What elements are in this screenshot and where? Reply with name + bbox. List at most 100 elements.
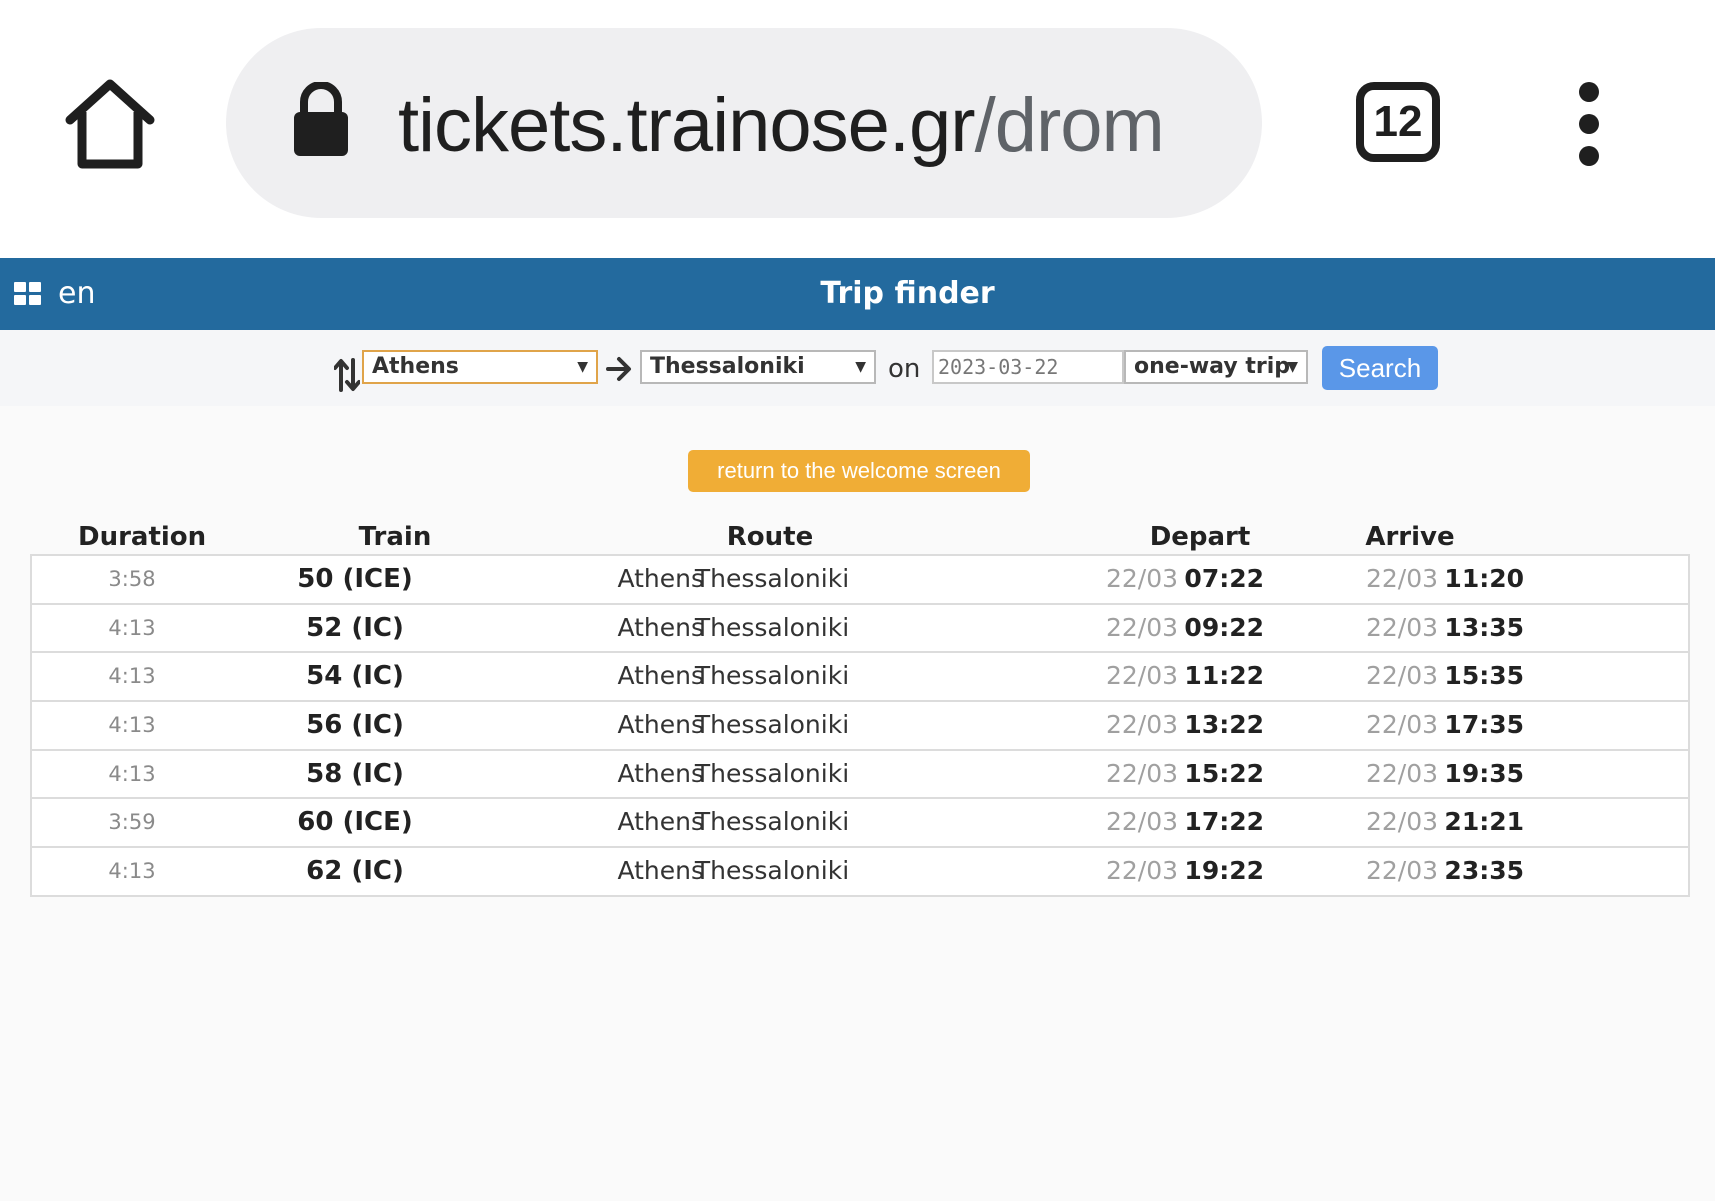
tab-switcher-button[interactable]: 12 (1356, 82, 1440, 162)
url-text[interactable]: tickets.trainose.gr/drom (398, 78, 1165, 174)
url-host: tickets.trainose.gr (398, 83, 976, 168)
arrow-right-icon (606, 357, 631, 381)
column-header-arrive: Arrive (1365, 522, 1455, 552)
arrive-time-cell: 19:35 (1444, 758, 1524, 788)
table-row[interactable]: 4:13 58 (IC) Athens Thessaloniki 22/03 15:22 2… (32, 751, 1688, 800)
arrive-time-cell: 15:35 (1444, 661, 1524, 691)
depart-time-cell: 11:22 (1184, 661, 1264, 691)
table-row[interactable]: 4:13 54 (IC) Athens Thessaloniki 22/03 11:22 2… (32, 653, 1688, 703)
swap-icon[interactable] (334, 358, 360, 392)
depart-time-cell: 13:22 (1184, 710, 1264, 740)
table-row[interactable]: 4:13 56 (IC) Athens Thessaloniki 22/03 13:22 2… (32, 702, 1688, 751)
arrive-time-cell: 13:35 (1444, 612, 1524, 642)
route-destination-cell: Thessaloniki (694, 710, 850, 740)
depart-time-cell: 19:22 (1184, 856, 1264, 886)
depart-date-cell: 22/03 (1105, 612, 1178, 642)
browser-toolbar: tickets.trainose.gr/drom 12 (0, 0, 1715, 258)
depart-date-cell: 22/03 (1105, 661, 1178, 691)
more-vert-icon (1579, 82, 1599, 102)
more-vert-icon-dot (1579, 146, 1599, 166)
route-origin-cell: Athens (617, 758, 704, 788)
duration-cell: 3:58 (108, 567, 156, 591)
app-header: en Trip finder (0, 258, 1715, 330)
depart-date-cell: 22/03 (1105, 564, 1178, 593)
origin-select[interactable]: Athens ▼ (362, 350, 598, 384)
destination-select[interactable]: Thessaloniki ▼ (640, 350, 876, 384)
train-cell: 56 (IC) (306, 710, 404, 741)
duration-cell: 4:13 (108, 859, 156, 884)
depart-time-cell: 17:22 (1184, 807, 1264, 837)
arrive-time-cell: 23:35 (1444, 856, 1524, 886)
route-origin-cell: Athens (617, 612, 704, 642)
route-destination-cell: Thessaloniki (694, 612, 850, 642)
table-row[interactable]: 3:58 50 (ICE) Athens Thessaloniki 22/03 07:22… (32, 556, 1688, 605)
trip-type-value: one-way trip (1134, 354, 1290, 379)
page-title: Trip finder (820, 276, 995, 311)
column-header-depart: Depart (1149, 522, 1251, 552)
train-cell: 54 (IC) (306, 661, 404, 692)
column-header-duration: Duration (78, 522, 207, 552)
destination-value: Thessaloniki (650, 354, 805, 379)
route-origin-cell: Athens (617, 564, 704, 593)
origin-value: Athens (372, 354, 459, 379)
home-icon (65, 79, 155, 169)
arrive-date-cell: 22/03 (1365, 758, 1438, 788)
table-row[interactable]: 4:13 52 (IC) Athens Thessaloniki 22/03 09:22 2… (32, 605, 1688, 654)
depart-time-cell: 07:22 (1184, 564, 1264, 593)
arrive-date-cell: 22/03 (1365, 710, 1438, 740)
route-origin-cell: Athens (617, 661, 704, 691)
table-row[interactable]: 3:59 60 (ICE) Athens Thessaloniki 22/03 17:22… (32, 799, 1688, 849)
route-destination-cell: Thessaloniki (694, 661, 850, 691)
arrive-date-cell: 22/03 (1365, 856, 1438, 886)
more-vert-icon-dot (1579, 114, 1599, 134)
arrive-time-cell: 11:20 (1444, 564, 1524, 593)
duration-cell: 3:59 (108, 810, 156, 835)
tab-count: 12 (1373, 97, 1423, 146)
caret-down-icon: ▼ (577, 359, 588, 375)
search-button[interactable]: Search (1322, 346, 1438, 390)
table-body: 3:58 50 (ICE) Athens Thessaloniki 22/03 07:22… (30, 554, 1690, 897)
arrive-date-cell: 22/03 (1365, 564, 1438, 593)
route-destination-cell: Thessaloniki (694, 856, 850, 886)
arrive-time-cell: 17:35 (1444, 710, 1524, 740)
on-label: on (888, 354, 921, 384)
caret-down-icon: ▼ (855, 359, 866, 375)
depart-date-cell: 22/03 (1105, 710, 1178, 740)
arrive-date-cell: 22/03 (1365, 612, 1438, 642)
results-table: Duration Train Route Depart Arrive 3:58 5… (30, 520, 1690, 897)
train-cell: 62 (IC) (306, 856, 404, 887)
url-path: /drom (974, 83, 1165, 168)
depart-date-cell: 22/03 (1105, 758, 1178, 788)
return-welcome-button[interactable]: return to the welcome screen (688, 450, 1030, 492)
train-cell: 60 (ICE) (297, 807, 413, 838)
route-origin-cell: Athens (617, 710, 704, 740)
trip-type-select[interactable]: one-way trip ▼ (1124, 350, 1308, 384)
arrive-date-cell: 22/03 (1365, 661, 1438, 691)
browser-menu-button[interactable] (1574, 82, 1604, 166)
arrive-time-cell: 21:21 (1444, 807, 1524, 837)
caret-down-icon: ▼ (1287, 359, 1298, 375)
route-destination-cell: Thessaloniki (694, 564, 850, 593)
route-destination-cell: Thessaloniki (694, 758, 850, 788)
depart-time-cell: 15:22 (1184, 758, 1264, 788)
column-header-route: Route (726, 522, 814, 552)
duration-cell: 4:13 (108, 615, 156, 640)
train-cell: 58 (IC) (306, 758, 404, 789)
table-header: Duration Train Route Depart Arrive (30, 520, 1690, 554)
date-input[interactable] (932, 350, 1124, 384)
arrive-date-cell: 22/03 (1365, 807, 1438, 837)
train-cell: 50 (ICE) (297, 564, 413, 594)
depart-date-cell: 22/03 (1105, 807, 1178, 837)
depart-date-cell: 22/03 (1105, 856, 1178, 886)
route-origin-cell: Athens (617, 807, 704, 837)
depart-time-cell: 09:22 (1184, 612, 1264, 642)
train-cell: 52 (IC) (306, 612, 404, 643)
route-origin-cell: Athens (617, 856, 704, 886)
duration-cell: 4:13 (108, 664, 156, 689)
table-row[interactable]: 4:13 62 (IC) Athens Thessaloniki 22/03 19:22 2… (32, 848, 1688, 897)
column-header-train: Train (358, 522, 432, 552)
trip-search-form: Athens ▼ Thessaloniki ▼ on one-way trip … (0, 330, 1715, 406)
home-button[interactable] (62, 76, 158, 172)
lock-icon (294, 82, 348, 156)
duration-cell: 4:13 (108, 761, 156, 786)
